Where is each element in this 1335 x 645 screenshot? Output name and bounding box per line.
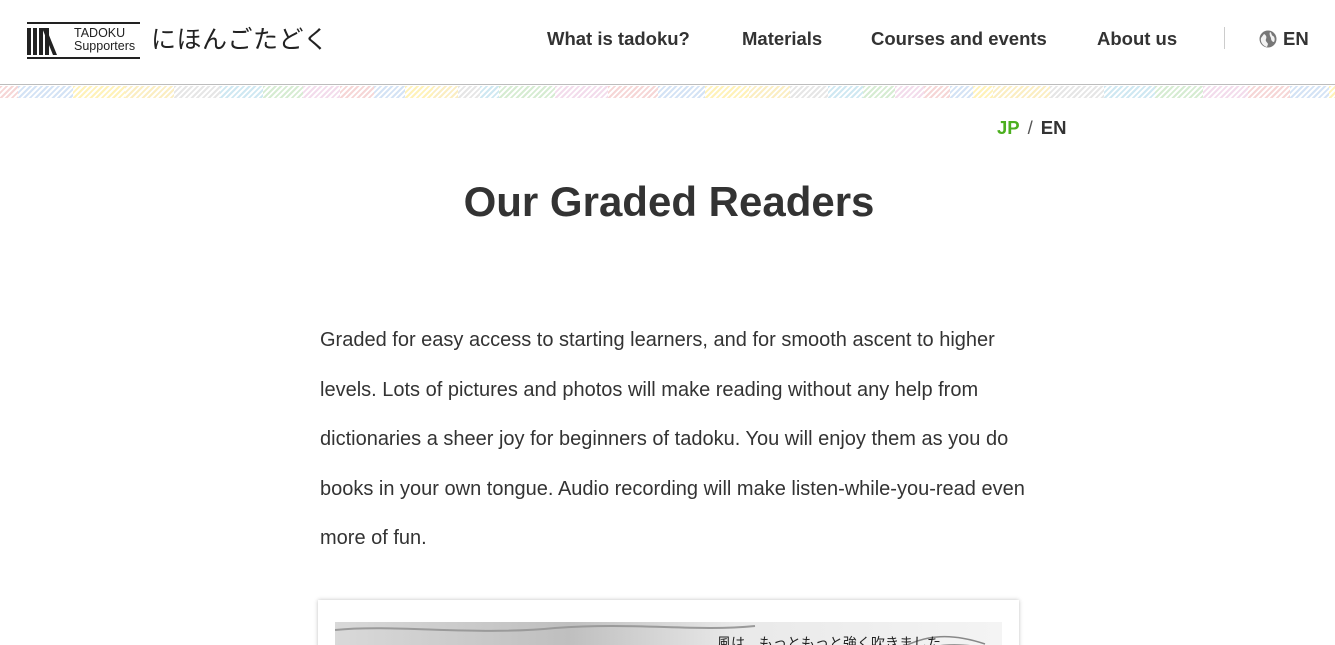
pattern-segment bbox=[174, 86, 220, 98]
pattern-segment bbox=[374, 86, 405, 98]
pattern-segment bbox=[1329, 86, 1335, 98]
switch-en-link[interactable]: EN bbox=[1041, 117, 1067, 138]
logo-text-line2: Supporters bbox=[74, 38, 136, 53]
pattern-segment bbox=[0, 86, 18, 98]
pattern-segment bbox=[924, 86, 950, 98]
pattern-segment bbox=[1104, 86, 1155, 98]
svg-text:風は、もっともっと強く吹きました: 風は、もっともっと強く吹きました bbox=[717, 636, 941, 645]
pattern-segment bbox=[340, 86, 374, 98]
pattern-segment bbox=[303, 86, 340, 98]
pattern-segment bbox=[608, 86, 658, 98]
pattern-segment bbox=[405, 86, 433, 98]
pattern-segment bbox=[1050, 86, 1104, 98]
intro-paragraph: Graded for easy access to starting learn… bbox=[320, 329, 1025, 550]
language-switch: JP / EN bbox=[997, 117, 1066, 139]
site-logo[interactable]: TADOKU Supporters にほんごたどく bbox=[27, 21, 329, 59]
globe-icon bbox=[1259, 30, 1277, 48]
pattern-segment bbox=[749, 86, 790, 98]
pattern-segment bbox=[1203, 86, 1248, 98]
language-label: EN bbox=[1283, 28, 1309, 49]
pattern-segment bbox=[895, 86, 924, 98]
pattern-segment bbox=[73, 86, 125, 98]
pattern-segment bbox=[973, 86, 993, 98]
language-selector[interactable]: EN bbox=[1259, 28, 1309, 50]
pattern-segment bbox=[1155, 86, 1203, 98]
nav-courses-events[interactable]: Courses and events bbox=[871, 28, 1047, 50]
logo-jp-text: にほんごたどく bbox=[151, 25, 329, 54]
pattern-segment bbox=[125, 86, 174, 98]
pattern-segment bbox=[658, 86, 705, 98]
nav-materials[interactable]: Materials bbox=[742, 28, 822, 50]
nav-divider bbox=[1224, 27, 1225, 49]
nav-what-is-tadoku[interactable]: What is tadoku? bbox=[547, 28, 690, 50]
pattern-segment bbox=[458, 86, 480, 98]
pattern-segment bbox=[790, 86, 828, 98]
reader-preview-image: 風は、もっともっと強く吹きました bbox=[335, 622, 1002, 645]
switch-separator: / bbox=[1027, 117, 1033, 138]
switch-jp-link[interactable]: JP bbox=[997, 117, 1020, 138]
reader-preview-card[interactable]: 風は、もっともっと強く吹きました bbox=[318, 600, 1019, 645]
page-title: Our Graded Readers bbox=[463, 178, 875, 225]
pattern-segment bbox=[480, 86, 499, 98]
pattern-segment bbox=[828, 86, 863, 98]
pattern-segment bbox=[433, 86, 458, 98]
pattern-segment bbox=[1290, 86, 1329, 98]
nav-about-us[interactable]: About us bbox=[1097, 28, 1177, 50]
pattern-segment bbox=[705, 86, 749, 98]
logo-text-line1: TADOKU bbox=[74, 25, 126, 40]
books-icon bbox=[27, 27, 69, 55]
decorative-pattern-strip bbox=[0, 86, 1335, 98]
pattern-segment bbox=[499, 86, 555, 98]
pattern-segment bbox=[950, 86, 973, 98]
logo-mark: TADOKU Supporters bbox=[27, 21, 140, 59]
pattern-segment bbox=[993, 86, 1050, 98]
pattern-segment bbox=[220, 86, 263, 98]
pattern-segment bbox=[263, 86, 303, 98]
pattern-segment bbox=[555, 86, 608, 98]
pattern-segment bbox=[863, 86, 895, 98]
site-header: TADOKU Supporters にほんごたどく What is tadoku… bbox=[0, 0, 1335, 85]
pattern-segment bbox=[18, 86, 73, 98]
pattern-segment bbox=[1248, 86, 1290, 98]
